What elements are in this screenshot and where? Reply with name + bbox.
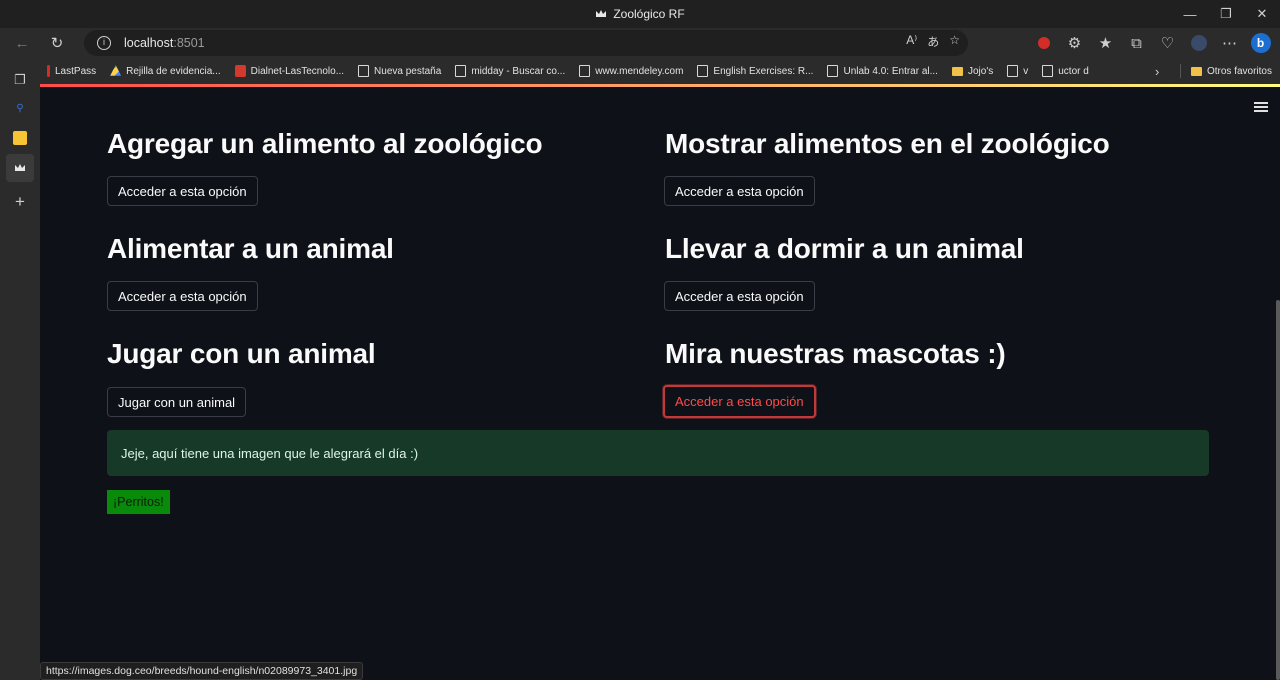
bookmark-item[interactable]: uctor d	[1035, 58, 1096, 84]
option-see-pets: Mira nuestras mascotas :)	[665, 338, 1006, 370]
success-alert: Jeje, aquí tiene una imagen que le alegr…	[107, 430, 1209, 476]
pdf-icon	[234, 65, 246, 77]
option-title: Mira nuestras mascotas :)	[665, 338, 1006, 369]
more-menu-icon[interactable]: ⋯	[1214, 30, 1245, 56]
pets-tag: ¡Perritos!	[107, 490, 170, 514]
lastpass-extension-icon[interactable]	[1028, 30, 1059, 56]
header-decoration	[40, 84, 1280, 87]
address-bar[interactable]: i localhost:8501 A⁾ あ ☆	[84, 30, 968, 56]
omnibox-actions: A⁾ あ ☆	[906, 33, 960, 50]
option-title: Llevar a dormir a un animal	[665, 233, 1024, 264]
minimize-icon[interactable]: —	[1172, 0, 1208, 28]
bookmark-item[interactable]: English Exercises: R...	[690, 58, 820, 84]
show-food-button[interactable]: Acceder a esta opción	[664, 176, 815, 206]
browser-sidebar: ❐ ⚲ +	[0, 58, 40, 680]
health-icon[interactable]: ♡	[1152, 30, 1183, 56]
page-icon	[358, 65, 370, 77]
bookmark-label: v	[1023, 65, 1029, 77]
bookmark-label: Nueva pestaña	[374, 65, 442, 77]
bookmark-item[interactable]: LastPass	[40, 58, 103, 84]
page-icon	[1042, 65, 1054, 77]
extensions-icon[interactable]: ⚙	[1059, 30, 1090, 56]
address-url[interactable]: localhost:8501	[124, 36, 205, 50]
search-icon[interactable]: ⚲	[6, 94, 34, 122]
bookmark-label: English Exercises: R...	[713, 65, 814, 77]
bookmarks-overflow-icon[interactable]: ›	[1155, 58, 1159, 84]
read-aloud-icon[interactable]: A⁾	[906, 33, 917, 50]
page-icon	[827, 65, 839, 77]
page-icon	[1007, 65, 1019, 77]
option-title: Jugar con un animal	[107, 338, 376, 369]
page-icon	[697, 65, 709, 77]
toolbar-extensions: ⚙ ★ ⧉ ♡ ⋯ b	[1028, 28, 1280, 58]
lastpass-icon	[47, 65, 50, 77]
option-play-animal: Jugar con un animal	[107, 338, 376, 370]
feed-animal-button[interactable]: Acceder a esta opción	[107, 281, 258, 311]
menu-icon[interactable]	[1254, 102, 1268, 112]
bing-chat-icon[interactable]: b	[1245, 30, 1276, 56]
bookmark-label: Unlab 4.0: Entrar al...	[843, 65, 938, 77]
favorites-icon[interactable]: ★	[1090, 30, 1121, 56]
window-controls: — ❐ ✕	[1172, 0, 1280, 28]
page-icon	[579, 65, 591, 77]
window-title-text: Zoológico RF	[613, 7, 685, 21]
profile-avatar[interactable]	[1183, 30, 1214, 56]
collections-icon[interactable]: ⧉	[1121, 30, 1152, 56]
bookmark-label: uctor d	[1058, 65, 1089, 77]
bookmark-item[interactable]: v	[1000, 58, 1035, 84]
option-title: Agregar un alimento al zoológico	[107, 128, 543, 159]
option-feed-animal: Alimentar a un animal	[107, 233, 394, 265]
translate-icon[interactable]: あ	[927, 33, 939, 50]
restore-icon[interactable]: ❐	[1208, 0, 1244, 28]
bookmark-label: Jojo's	[967, 65, 994, 77]
option-add-food: Agregar un alimento al zoológico	[107, 128, 543, 160]
bookmark-label: Dialnet-LasTecnolo...	[250, 65, 345, 77]
play-animal-button[interactable]: Jugar con un animal	[107, 387, 247, 417]
option-sleep-animal: Llevar a dormir a un animal	[665, 233, 1024, 265]
bookmark-item[interactable]: midday - Buscar co...	[448, 58, 572, 84]
folder-icon	[951, 66, 963, 76]
window-title: Zoológico RF	[595, 7, 685, 21]
bookmark-label: www.mendeley.com	[595, 65, 684, 77]
see-pets-button[interactable]: Acceder a esta opción	[663, 385, 816, 418]
favorite-add-icon[interactable]: ☆	[949, 33, 960, 50]
bookmarks-bar: LastPass Rejilla de evidencia... Dialnet-L…	[40, 58, 1280, 84]
option-title: Mostrar alimentos en el zoológico	[665, 128, 1110, 159]
page-scrollbar[interactable]	[1276, 300, 1280, 680]
reload-icon[interactable]: ↻	[44, 30, 70, 56]
close-icon[interactable]: ✕	[1244, 0, 1280, 28]
success-message: Jeje, aquí tiene una imagen que le alegr…	[121, 445, 419, 461]
bookmark-item[interactable]: Rejilla de evidencia...	[103, 58, 228, 84]
crown-icon	[596, 10, 607, 17]
back-icon[interactable]: ←	[9, 30, 35, 56]
link-status-bar: https://images.dog.ceo/breeds/hound-engl…	[40, 662, 364, 680]
option-title: Alimentar a un animal	[107, 233, 394, 264]
info-icon[interactable]: i	[97, 36, 111, 50]
add-food-button[interactable]: Acceder a esta opción	[107, 176, 258, 206]
miro-tab-icon[interactable]	[6, 124, 34, 152]
sleep-animal-button[interactable]: Acceder a esta opción	[664, 281, 815, 311]
page-icon	[455, 65, 467, 77]
browser-toolbar: ← ↻ i localhost:8501 A⁾ あ ☆ ⚙ ★ ⧉ ♡ ⋯ b	[0, 28, 1280, 58]
drive-icon	[110, 65, 122, 76]
bookmark-item[interactable]: Unlab 4.0: Entrar al...	[820, 58, 945, 84]
bookmark-label: midday - Buscar co...	[471, 65, 566, 77]
app-page: Agregar un alimento al zoológico Acceder…	[40, 84, 1280, 680]
bookmark-label: LastPass	[55, 65, 97, 77]
bookmark-item[interactable]: Jojo's	[945, 58, 1000, 84]
option-show-food: Mostrar alimentos en el zoológico	[665, 128, 1110, 160]
new-tab-icon[interactable]: +	[6, 188, 34, 216]
streamlit-tab-icon[interactable]	[6, 154, 34, 182]
other-favorites-label: Otros favoritos	[1206, 65, 1272, 77]
bookmark-item[interactable]: Nueva pestaña	[351, 58, 448, 84]
bookmark-label: Rejilla de evidencia...	[126, 65, 221, 77]
bookmark-item[interactable]: www.mendeley.com	[572, 58, 690, 84]
other-favorites[interactable]: Otros favoritos	[1190, 58, 1272, 84]
bookmark-item[interactable]: Dialnet-LasTecnolo...	[228, 58, 351, 84]
bookmarks-divider	[1180, 64, 1181, 78]
folder-icon	[1190, 66, 1202, 76]
window-titlebar: Zoológico RF — ❐ ✕	[0, 0, 1280, 28]
tab-actions-icon[interactable]: ❐	[6, 66, 34, 94]
